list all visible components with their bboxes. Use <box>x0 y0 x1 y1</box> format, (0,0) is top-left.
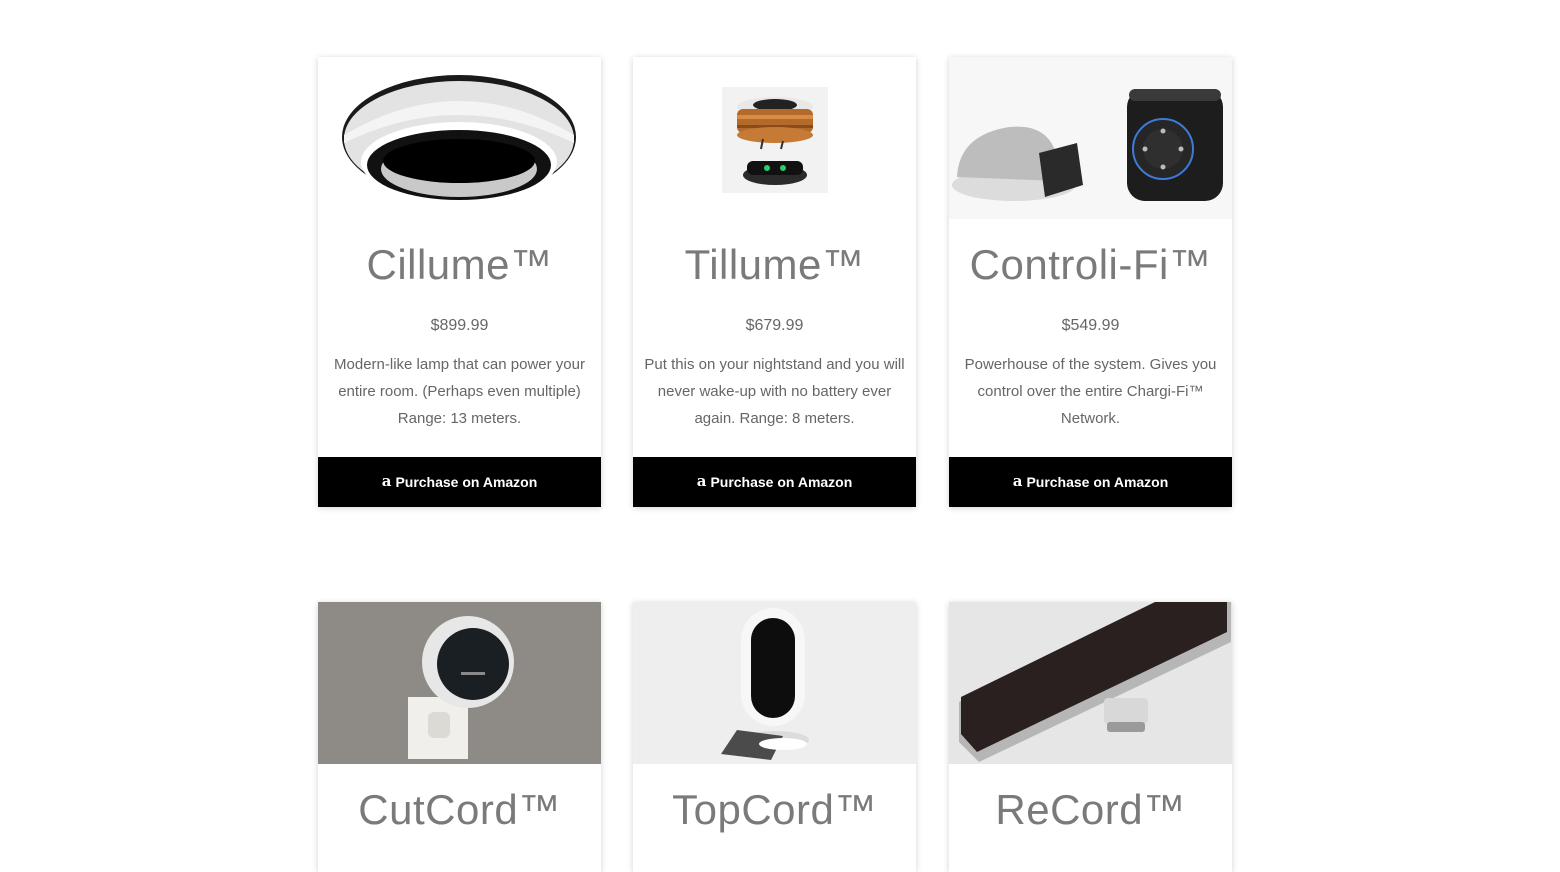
product-image <box>633 602 916 764</box>
product-card-cutcord: CutCord™ <box>318 602 601 872</box>
product-image <box>318 57 601 219</box>
product-price: $899.99 <box>430 317 489 334</box>
product-image <box>633 57 916 219</box>
product-card-record: ReCord™ <box>949 602 1232 872</box>
purchase-button-label: Purchase on Amazon <box>395 474 538 490</box>
product-description: Put this on your nightstand and you will… <box>644 356 905 427</box>
product-image <box>949 602 1232 764</box>
product-title: Controli-Fi™ <box>969 241 1212 288</box>
purchase-button-label: Purchase on Amazon <box>1026 474 1169 490</box>
product-title: Cillume™ <box>366 241 553 288</box>
product-card-controli-fi: Controli-Fi™ $549.99 Powerhouse of the s… <box>949 57 1232 507</box>
product-title: Tillume™ <box>684 241 865 288</box>
amazon-icon: a <box>1012 472 1023 490</box>
product-card-topcord: TopCord™ <box>633 602 916 872</box>
purchase-on-amazon-button[interactable]: a Purchase on Amazon <box>633 457 916 507</box>
purchase-on-amazon-button[interactable]: a Purchase on Amazon <box>318 457 601 507</box>
product-description: Modern-like lamp that can power your ent… <box>334 356 585 427</box>
product-image <box>318 602 601 764</box>
amazon-icon: a <box>381 472 392 490</box>
product-price: $549.99 <box>1061 317 1120 334</box>
product-image <box>949 57 1232 219</box>
amazon-icon: a <box>696 472 707 490</box>
product-card-cillume: Cillume™ $899.99 Modern-like lamp that c… <box>318 57 601 507</box>
purchase-on-amazon-button[interactable]: a Purchase on Amazon <box>949 457 1232 507</box>
product-title: ReCord™ <box>995 786 1186 833</box>
product-title: CutCord™ <box>358 786 561 833</box>
product-price: $679.99 <box>745 317 804 334</box>
product-card-tillume: Tillume™ $679.99 Put this on your nights… <box>633 57 916 507</box>
purchase-button-label: Purchase on Amazon <box>710 474 853 490</box>
product-title: TopCord™ <box>672 786 877 833</box>
product-description: Powerhouse of the system. Gives you cont… <box>964 356 1217 427</box>
